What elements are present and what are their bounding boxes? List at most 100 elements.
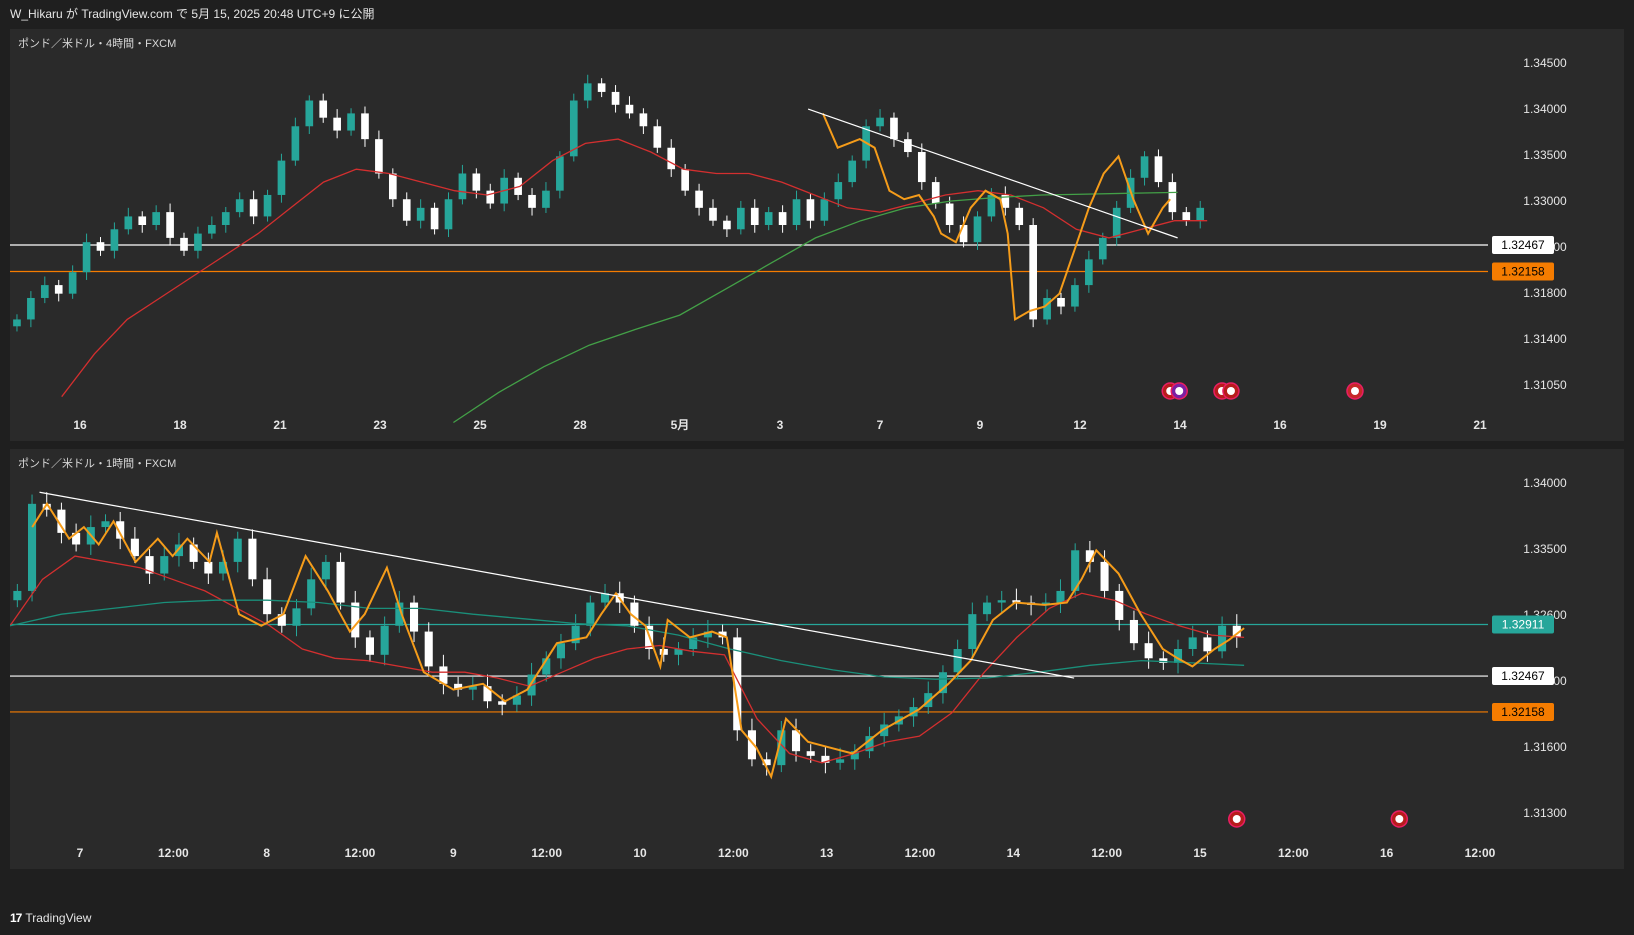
candle-body (152, 212, 160, 225)
candle-body (1196, 207, 1205, 221)
price-tag-label: 1.32158 (1501, 265, 1545, 279)
x-tick-label: 5月 (671, 418, 690, 432)
candle-body (305, 100, 314, 127)
candle-body (806, 199, 815, 221)
x-tick-label: 9 (977, 418, 984, 432)
candle-body (416, 207, 425, 221)
chart-1h-pane[interactable]: 1.340001.335001.326001.319001.316001.313… (10, 449, 1624, 869)
x-tick-label: 16 (1273, 418, 1287, 432)
candle-body (319, 100, 328, 118)
candle-body (249, 199, 258, 217)
candle-body (380, 625, 389, 655)
candle-body (375, 139, 383, 174)
candle-body (458, 173, 467, 200)
candle-body (388, 173, 397, 200)
x-tick-label: 18 (173, 418, 187, 432)
x-tick-label: 12:00 (1091, 846, 1122, 860)
candle-body (723, 220, 731, 230)
candle-body (904, 139, 912, 153)
candle-body (528, 194, 536, 208)
candle-body (221, 212, 230, 225)
candle-body (1057, 297, 1065, 307)
candle-body (1182, 212, 1191, 221)
price-tag-label: 1.32467 (1501, 669, 1545, 683)
chart-4h-svg[interactable]: 1.345001.340001.335001.330001.326001.318… (10, 29, 1624, 441)
chart-1h-title: ポンド／米ドル・1時間・FXCM (18, 458, 177, 470)
candle-body (82, 242, 91, 273)
chart-4h-pane[interactable]: 1.345001.340001.335001.330001.326001.318… (10, 29, 1624, 441)
x-tick-label: 7 (77, 846, 84, 860)
candle-body (444, 199, 453, 230)
candle-body (931, 182, 940, 204)
x-tick-label: 12:00 (1278, 846, 1309, 860)
x-tick-label: 8 (263, 846, 270, 860)
zigzag-line (31, 501, 1245, 780)
us-flag-icon-center (1226, 387, 1235, 395)
candle-body (13, 319, 21, 327)
moving-average-green (453, 191, 1178, 424)
candle-body (681, 169, 689, 191)
candle-body (347, 113, 355, 131)
y-tick-label: 1.33500 (1523, 542, 1567, 556)
candle-body (194, 233, 202, 251)
candle-body (583, 83, 592, 101)
candle-body (737, 207, 745, 230)
x-tick-label: 13 (820, 846, 834, 860)
x-tick-label: 12:00 (1465, 846, 1496, 860)
candle-body (361, 113, 369, 140)
candle-body (556, 156, 564, 191)
x-tick-label: 25 (473, 418, 487, 432)
candle-body (248, 538, 257, 580)
price-tag-label: 1.32158 (1501, 705, 1545, 719)
trend-line (39, 491, 1075, 679)
candle-body (233, 538, 242, 562)
candle-body (96, 242, 105, 251)
candle-body (472, 173, 481, 191)
candle-body (597, 83, 606, 92)
y-tick-label: 1.31400 (1523, 332, 1567, 346)
trend-line (807, 108, 1178, 239)
candle-body (968, 614, 977, 649)
us-flag-icon-center (1395, 815, 1404, 823)
tradingview-logo-icon: 17 (10, 911, 22, 925)
candle-body (1056, 590, 1065, 603)
footer: 17 TradingView (10, 908, 91, 928)
candle-body (1015, 207, 1024, 225)
candle-body (27, 297, 35, 320)
tradingview-brand: TradingView (25, 911, 92, 925)
candle-body (625, 104, 634, 114)
y-tick-label: 1.31800 (1523, 286, 1567, 300)
candle-body (1085, 259, 1093, 286)
candle-body (204, 561, 213, 574)
candle-body (1129, 619, 1138, 644)
x-tick-label: 3 (777, 418, 784, 432)
candle-body (409, 602, 419, 632)
candle-body (13, 590, 22, 601)
candle-body (953, 649, 962, 673)
candle-body (291, 126, 300, 161)
candle-body (653, 126, 662, 148)
x-tick-label: 14 (1173, 418, 1187, 432)
publish-header: W_Hikaru が TradingView.com で 5月 15, 2025… (10, 7, 375, 21)
candle-body (750, 207, 759, 225)
candle-body (1071, 285, 1079, 307)
candle-body (180, 237, 188, 251)
candle-body (806, 751, 815, 756)
candle-body (836, 759, 845, 763)
candle-body (709, 207, 717, 221)
x-tick-label: 23 (373, 418, 387, 432)
candle-body (764, 212, 773, 225)
chart-1h-svg[interactable]: 1.340001.335001.326001.319001.316001.313… (10, 449, 1624, 869)
candle-body (1140, 156, 1149, 178)
candle-body (27, 503, 37, 591)
candle-body (101, 521, 110, 528)
x-tick-label: 7 (877, 418, 884, 432)
y-tick-label: 1.31300 (1523, 806, 1567, 820)
candle-body (235, 199, 244, 213)
price-tag-label: 1.32467 (1501, 238, 1545, 252)
candle-body (1188, 637, 1197, 649)
candle-body (307, 579, 316, 609)
y-tick-label: 1.34000 (1523, 102, 1567, 116)
candle-body (639, 113, 648, 127)
candle-body (834, 182, 843, 200)
